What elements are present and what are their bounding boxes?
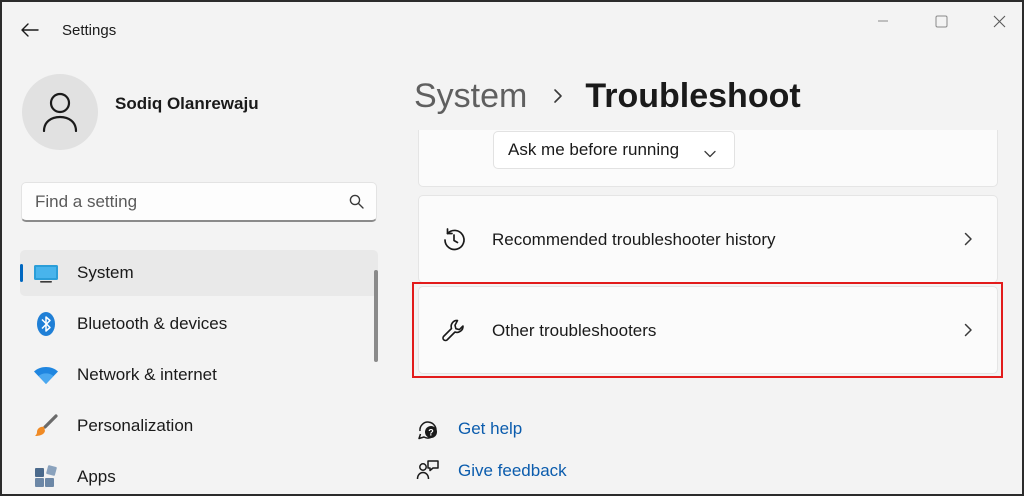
- app-title: Settings: [62, 22, 117, 39]
- chevron-right-icon: [964, 323, 973, 342]
- title-bar: Settings: [2, 2, 1022, 58]
- sidebar-item-label: Apps: [77, 467, 116, 486]
- link-label: Get help: [458, 419, 523, 438]
- sidebar-nav: System Bluetooth & devices Network & int…: [20, 250, 378, 494]
- svg-text:?: ?: [428, 428, 434, 438]
- sidebar-item-system[interactable]: System: [20, 250, 378, 296]
- other-troubleshooters-row[interactable]: Other troubleshooters: [418, 286, 998, 374]
- paintbrush-icon: [33, 413, 59, 439]
- breadcrumb-parent[interactable]: System: [414, 77, 527, 116]
- user-profile[interactable]: Sodiq Olanrewaju: [22, 74, 259, 150]
- sidebar-item-network[interactable]: Network & internet: [20, 352, 378, 398]
- sidebar-item-apps[interactable]: Apps: [20, 454, 378, 494]
- chevron-right-icon: [964, 232, 973, 251]
- row-label: Other troubleshooters: [492, 321, 657, 340]
- monitor-icon: [33, 260, 59, 286]
- chevron-down-icon: [704, 145, 716, 163]
- search-icon: [349, 194, 364, 209]
- wrench-icon: [440, 317, 468, 345]
- search-input[interactable]: [22, 183, 336, 220]
- history-icon: [440, 226, 468, 254]
- minimize-button[interactable]: [860, 10, 906, 32]
- dropdown-selected-value: Ask me before running: [508, 140, 680, 159]
- close-button[interactable]: [976, 10, 1022, 32]
- settings-window: Settings Sodiq Olanrewaju Find a setting…: [0, 0, 1024, 496]
- sidebar-scrollbar[interactable]: [374, 270, 378, 362]
- apps-icon: [33, 464, 59, 490]
- row-label: Recommended troubleshooter history: [492, 230, 776, 249]
- user-name: Sodiq Olanrewaju: [115, 94, 259, 113]
- minimize-icon: [878, 20, 888, 22]
- back-arrow-icon: [21, 23, 39, 37]
- give-feedback-link[interactable]: Give feedback: [415, 458, 567, 484]
- troubleshoot-preferences-card: Ask me before running: [418, 130, 998, 187]
- feedback-icon: [415, 458, 441, 484]
- wifi-icon: [33, 362, 59, 388]
- sidebar-item-label: System: [77, 263, 134, 282]
- recommended-history-row[interactable]: Recommended troubleshooter history: [418, 195, 998, 283]
- search-button[interactable]: [336, 194, 376, 209]
- get-help-link[interactable]: ? Get help: [415, 416, 522, 442]
- maximize-button[interactable]: [918, 10, 964, 32]
- close-icon: [993, 15, 1005, 27]
- search-box[interactable]: [21, 182, 377, 222]
- back-button[interactable]: [16, 18, 44, 42]
- sidebar-item-bluetooth[interactable]: Bluetooth & devices: [20, 301, 378, 347]
- person-icon: [42, 92, 78, 132]
- sidebar-item-label: Network & internet: [77, 365, 217, 384]
- page-title: Troubleshoot: [585, 76, 801, 115]
- maximize-icon: [935, 15, 947, 27]
- sidebar-item-personalization[interactable]: Personalization: [20, 403, 378, 449]
- chevron-right-icon: [553, 88, 563, 104]
- bluetooth-icon: [33, 311, 59, 337]
- help-chat-icon: ?: [415, 416, 441, 442]
- troubleshoot-preference-dropdown[interactable]: Ask me before running: [493, 131, 735, 169]
- sidebar-item-label: Personalization: [77, 416, 194, 435]
- link-label: Give feedback: [458, 461, 567, 480]
- avatar: [22, 74, 98, 150]
- breadcrumb: System Troubleshoot: [414, 74, 801, 118]
- sidebar-item-label: Bluetooth & devices: [77, 314, 228, 333]
